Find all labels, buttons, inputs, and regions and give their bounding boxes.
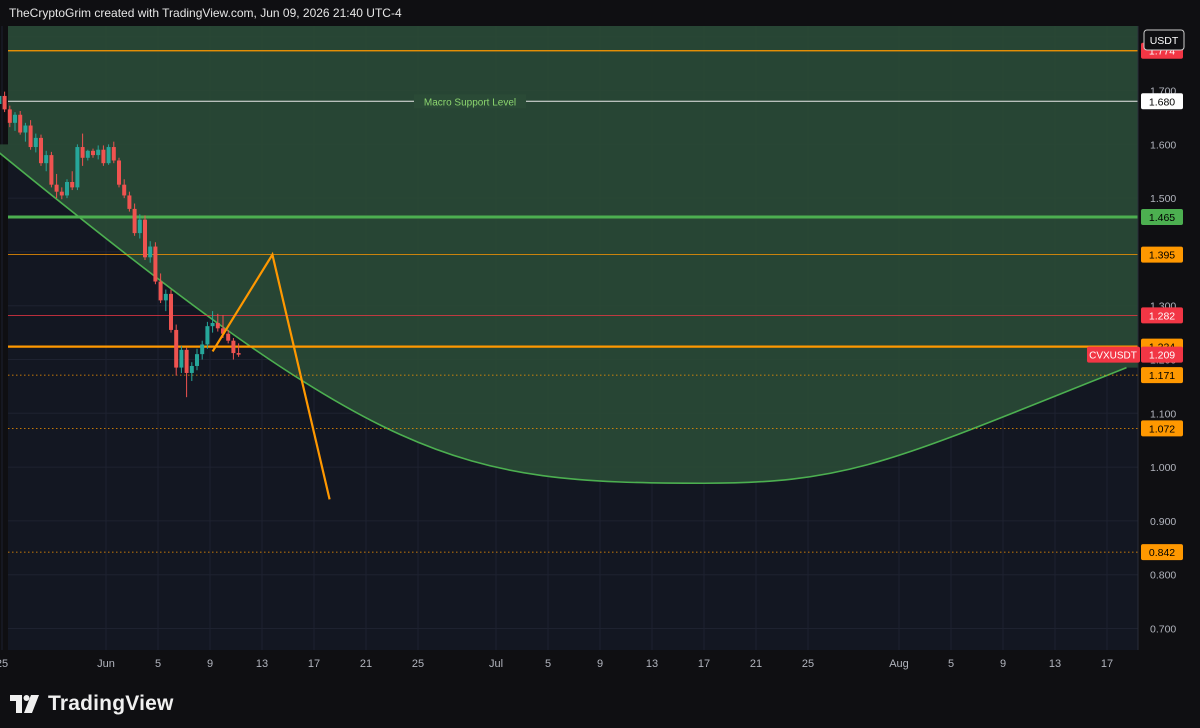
x-tick-label: Jul xyxy=(489,658,503,670)
x-tick-label: 5 xyxy=(948,658,954,670)
time-axis-bg xyxy=(0,650,1138,680)
price-badge-text: 0.842 xyxy=(1149,547,1175,559)
tradingview-brand-text: TradingView xyxy=(48,692,174,715)
x-tick-label: 21 xyxy=(750,658,762,670)
y-tick-label: 1.600 xyxy=(1150,139,1176,151)
price-badge-text: 1.680 xyxy=(1149,96,1175,108)
candle-body xyxy=(200,344,205,355)
candle-body xyxy=(59,191,64,196)
x-tick-label: 25 xyxy=(0,658,8,670)
candle-body xyxy=(184,349,189,373)
price-badge-text: 1.072 xyxy=(1149,423,1175,435)
candle-body xyxy=(111,147,116,161)
x-tick-label: 25 xyxy=(802,658,814,670)
x-tick-label: Aug xyxy=(889,658,909,670)
candle-body xyxy=(44,155,49,164)
candle-body xyxy=(28,125,33,148)
macro-support-label: Macro Support Level xyxy=(424,97,516,108)
y-tick-label: 0.700 xyxy=(1150,623,1176,635)
candle-body xyxy=(13,114,17,123)
candle-body xyxy=(54,184,59,192)
x-tick-label: 17 xyxy=(308,658,320,670)
candle-body xyxy=(148,246,153,258)
candle-body xyxy=(23,125,28,133)
candle-body xyxy=(18,114,23,133)
chart-footer: TradingView xyxy=(0,680,1200,728)
candle-body xyxy=(2,95,7,110)
currency-badge-text: USDT xyxy=(1150,35,1179,47)
candle-body xyxy=(49,155,54,185)
candle-body xyxy=(85,150,90,158)
candle-body xyxy=(143,219,147,258)
candle-body xyxy=(7,109,12,123)
y-tick-label: 0.900 xyxy=(1150,516,1176,528)
candle-body xyxy=(0,95,2,104)
candle-body xyxy=(153,246,158,282)
candle-body xyxy=(169,293,173,330)
x-tick-label: 9 xyxy=(207,658,213,670)
x-tick-label: 9 xyxy=(1000,658,1006,670)
chart-area[interactable]: Macro Support Level 0.700 0.800 0.900 1.000 1… xyxy=(0,26,1200,680)
price-badge-text: 1.395 xyxy=(1149,250,1175,262)
candle-body xyxy=(132,208,137,234)
x-tick-label: 13 xyxy=(646,658,658,670)
y-tick-label: 1.000 xyxy=(1150,462,1176,474)
candle-body xyxy=(205,326,210,345)
candle-body xyxy=(226,333,231,341)
y-tick-label: 0.800 xyxy=(1150,570,1176,582)
candle-body xyxy=(210,322,215,327)
candle-body xyxy=(91,150,95,156)
candle-body xyxy=(127,195,132,209)
y-tick-label: 1.100 xyxy=(1150,408,1176,420)
candle-body xyxy=(231,340,236,354)
candle-body xyxy=(122,184,127,196)
price-chart[interactable]: Macro Support Level 0.700 0.800 0.900 1.000 1… xyxy=(0,26,1200,680)
x-tick-label: 13 xyxy=(256,658,268,670)
x-tick-label: 5 xyxy=(155,658,161,670)
candle-body xyxy=(101,149,106,164)
candle-body xyxy=(163,293,168,301)
candle-body xyxy=(117,160,121,185)
chart-header: TheCryptoGrim created with TradingView.c… xyxy=(0,0,1200,26)
candle-body xyxy=(80,147,85,158)
tradingview-logo-icon xyxy=(10,695,39,713)
x-tick-label: 17 xyxy=(698,658,710,670)
candle-body xyxy=(96,149,101,156)
y-tick-label: 1.500 xyxy=(1150,193,1176,205)
x-tick-label: 21 xyxy=(360,658,372,670)
x-tick-label: 13 xyxy=(1049,658,1061,670)
candle-body xyxy=(106,147,111,164)
candle-body xyxy=(39,137,43,164)
candle-body xyxy=(137,219,142,234)
candle-body xyxy=(236,353,241,355)
x-tick-label: 25 xyxy=(412,658,424,670)
symbol-tag-text: CVXUSDT xyxy=(1089,351,1137,362)
candle-body xyxy=(75,147,80,188)
price-badge-text: 1.282 xyxy=(1149,310,1175,322)
candle-body xyxy=(33,137,38,148)
candle-body xyxy=(189,365,194,373)
x-tick-label: 17 xyxy=(1101,658,1113,670)
x-tick-label: Jun xyxy=(97,658,115,670)
candle-body xyxy=(215,322,220,329)
candle-body xyxy=(179,349,184,368)
author-caption: TheCryptoGrim created with TradingView.c… xyxy=(9,6,402,20)
candle-body xyxy=(195,354,199,366)
tradingview-logo[interactable]: TradingView xyxy=(10,692,174,716)
current-price-text: 1.209 xyxy=(1149,350,1175,362)
candle-body xyxy=(158,281,163,301)
price-badge-text: 1.171 xyxy=(1149,370,1175,382)
x-tick-label: 9 xyxy=(597,658,603,670)
x-tick-label: 5 xyxy=(545,658,551,670)
price-badge-text: 1.465 xyxy=(1149,212,1175,224)
candle-body xyxy=(70,182,75,188)
candle-body xyxy=(174,329,179,368)
candle-body xyxy=(65,182,69,196)
